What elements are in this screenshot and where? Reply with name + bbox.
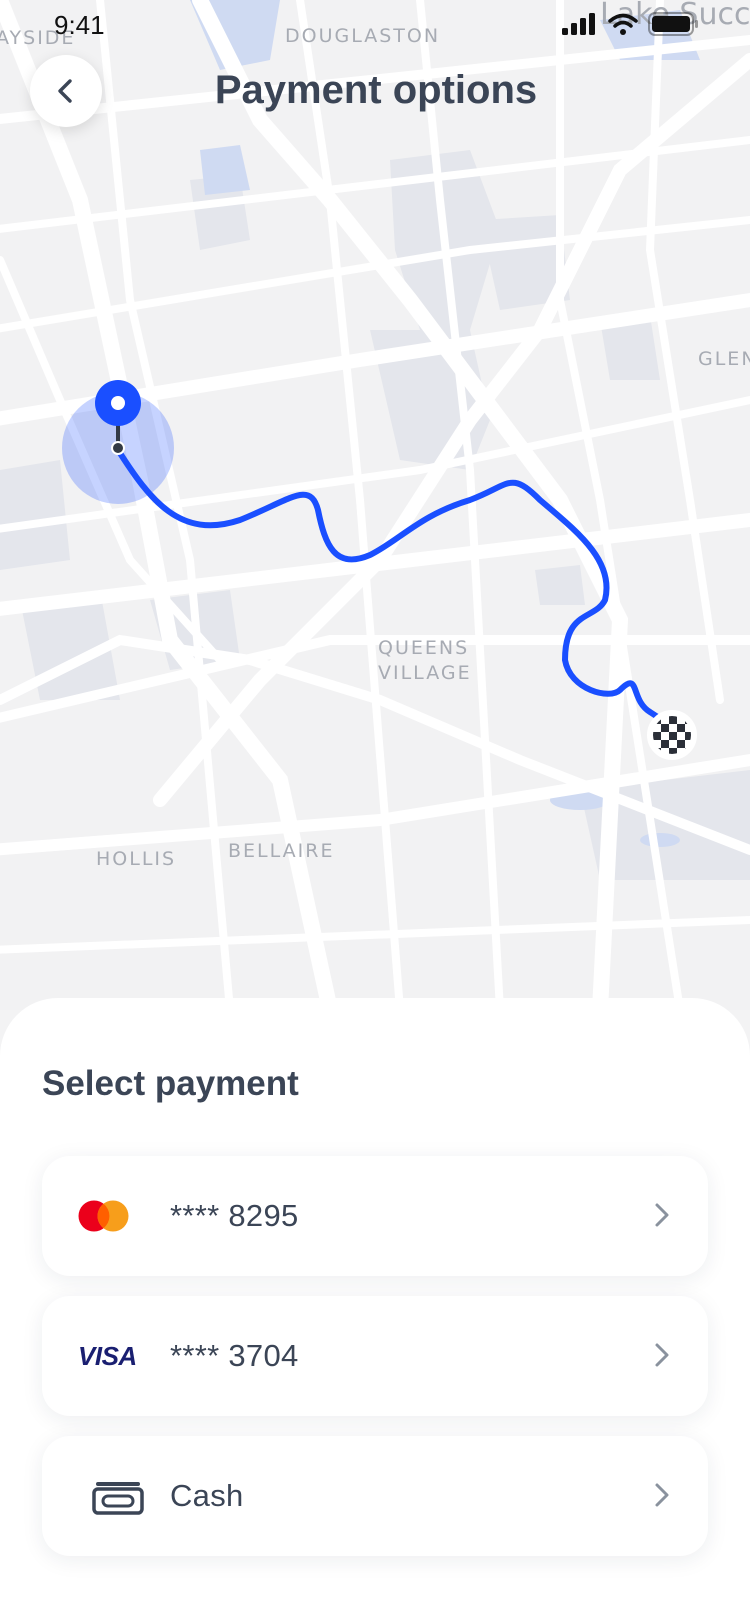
sheet-title: Select payment bbox=[42, 1064, 299, 1103]
chevron-right-icon bbox=[655, 1483, 669, 1507]
wifi-icon bbox=[608, 13, 638, 35]
payment-method-label: **** 8295 bbox=[170, 1198, 299, 1233]
payment-method-label: Cash bbox=[170, 1478, 244, 1513]
map-label-bellaire: BELLAIRE bbox=[228, 840, 334, 862]
checkered-flag-icon[interactable] bbox=[647, 710, 697, 760]
payment-method-mastercard[interactable]: **** 8295 bbox=[42, 1156, 708, 1276]
payment-method-label: **** 3704 bbox=[170, 1338, 299, 1373]
mastercard-icon bbox=[78, 1199, 168, 1233]
visa-icon: VISA bbox=[78, 1341, 168, 1372]
chevron-right-icon bbox=[655, 1203, 669, 1227]
chevron-right-icon bbox=[655, 1343, 669, 1367]
map-label-village: VILLAGE bbox=[378, 662, 472, 684]
map-view[interactable]: AYSIDE DOUGLASTON Lake Succe GLEN QUEENS… bbox=[0, 0, 750, 1010]
payment-method-cash[interactable]: Cash bbox=[42, 1436, 708, 1556]
cash-icon bbox=[78, 1476, 168, 1516]
status-time: 9:41 bbox=[54, 10, 105, 40]
map-label-queens: QUEENS bbox=[378, 637, 469, 659]
battery-icon bbox=[648, 12, 698, 36]
visa-brand-text: VISA bbox=[78, 1340, 137, 1371]
map-canvas[interactable]: AYSIDE DOUGLASTON Lake Succe GLEN QUEENS… bbox=[0, 0, 750, 1010]
map-label-hollis: HOLLIS bbox=[96, 848, 176, 870]
payment-sheet: Select payment **** 8295 VISA **** 3704 bbox=[0, 998, 750, 1624]
status-icons bbox=[562, 12, 700, 36]
status-bar: 9:41 bbox=[0, 0, 750, 50]
signal-icon bbox=[562, 13, 595, 35]
page-title: Payment options bbox=[214, 68, 538, 112]
payment-method-visa[interactable]: VISA **** 3704 bbox=[42, 1296, 708, 1416]
map-label-glen: GLEN bbox=[698, 348, 750, 370]
